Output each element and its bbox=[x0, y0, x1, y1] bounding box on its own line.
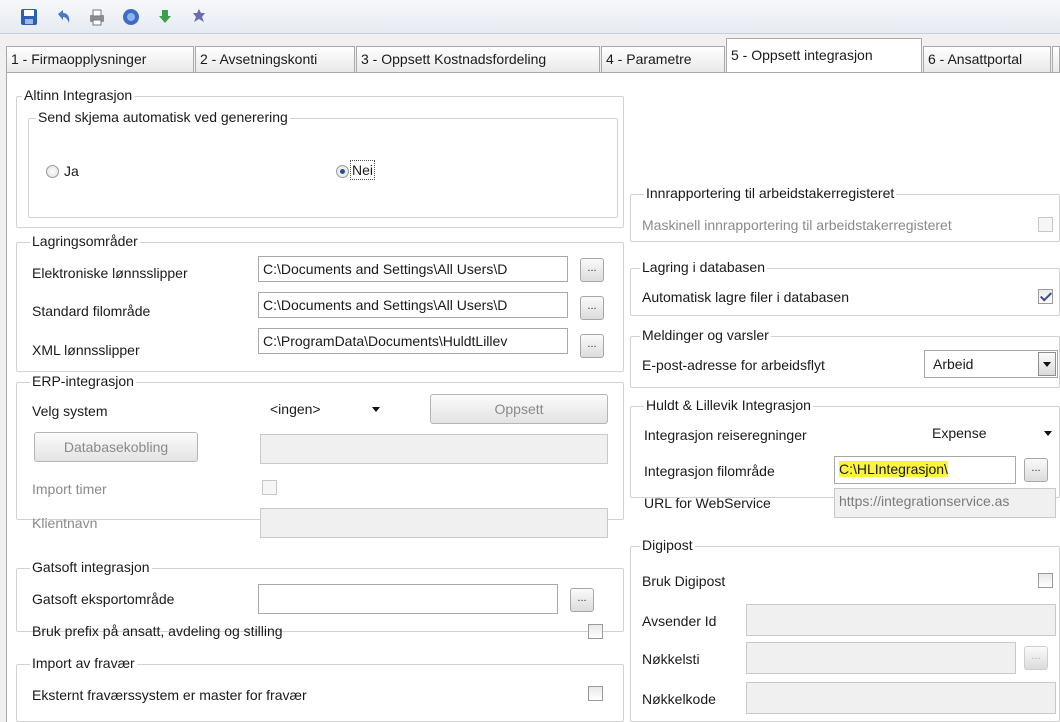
elektroniske-label: Elektroniske lønnsslipper bbox=[32, 265, 188, 281]
prefix-checkbox[interactable] bbox=[588, 624, 603, 639]
velg-system-value: <ingen> bbox=[270, 401, 321, 417]
settings-icon[interactable] bbox=[190, 8, 208, 26]
arbeidstaker-title: Innrapportering til arbeidstakerregister… bbox=[644, 184, 897, 202]
chevron-down-icon bbox=[1043, 362, 1051, 367]
tab-oppsett-kostnadsfordeling[interactable]: 3 - Oppsett Kostnadsfordeling bbox=[356, 46, 600, 72]
chevron-down-icon bbox=[1044, 431, 1052, 436]
meldinger-title: Meldinger og varsler bbox=[640, 326, 771, 344]
filomrade-value: C:\HLIntegrasjon\ bbox=[839, 461, 948, 477]
standard-field[interactable]: C:\Documents and Settings\All Users\D bbox=[258, 292, 568, 318]
tab-avsetningskonti[interactable]: 2 - Avsetningskonti bbox=[195, 46, 355, 72]
reise-select[interactable]: Expense bbox=[924, 420, 1058, 448]
avsender-field[interactable] bbox=[746, 604, 1056, 636]
bruk-digipost-checkbox[interactable] bbox=[1038, 573, 1053, 588]
ja-label: Ja bbox=[64, 163, 79, 179]
velg-system-select[interactable]: <ingen> bbox=[262, 396, 386, 424]
epost-value: Arbeid bbox=[933, 356, 974, 372]
send-skjema-group bbox=[28, 118, 618, 218]
tab-bar: 1 - Firmaopplysninger 2 - Avsetningskont… bbox=[0, 38, 1060, 72]
nei-label: Nei bbox=[350, 160, 376, 180]
digipost-title: Digipost bbox=[640, 536, 695, 554]
ja-radio[interactable] bbox=[46, 165, 59, 178]
toolbar bbox=[0, 0, 1060, 34]
filomrade-browse-button[interactable]: ... bbox=[1024, 458, 1048, 482]
nokkelsti-browse-button[interactable]: ... bbox=[1024, 646, 1048, 670]
filomrade-field[interactable]: C:\HLIntegrasjon\ bbox=[834, 456, 1016, 484]
avsender-label: Avsender Id bbox=[642, 613, 717, 629]
fravaer-master-label: Eksternt fraværssystem er master for fra… bbox=[32, 687, 307, 703]
tab-firmaopplysninger[interactable]: 1 - Firmaopplysninger bbox=[6, 46, 194, 72]
help-icon[interactable] bbox=[122, 8, 140, 26]
nokkelsti-field[interactable] bbox=[746, 642, 1016, 674]
nokkelkode-field[interactable] bbox=[746, 682, 1056, 714]
xml-field[interactable]: C:\ProgramData\Documents\HuldtLillev bbox=[258, 328, 568, 354]
xml-browse-button[interactable]: ... bbox=[580, 334, 604, 358]
fravaer-master-checkbox[interactable] bbox=[588, 686, 603, 701]
gatsoft-eksport-label: Gatsoft eksportområde bbox=[32, 591, 175, 607]
erp-title: ERP-integrasjon bbox=[30, 372, 136, 390]
save-icon[interactable] bbox=[20, 8, 38, 26]
standard-browse-button[interactable]: ... bbox=[580, 296, 604, 320]
epost-label: E-post-adresse for arbeidsflyt bbox=[642, 357, 825, 373]
epost-select[interactable]: Arbeid bbox=[924, 350, 1058, 378]
import-timer-label: Import timer bbox=[32, 481, 107, 497]
import-timer-checkbox[interactable] bbox=[262, 480, 277, 495]
send-skjema-title: Send skjema automatisk ved generering bbox=[36, 108, 290, 126]
url-field[interactable]: https://integrationservice.as bbox=[834, 488, 1056, 518]
nokkelsti-label: Nøkkelsti bbox=[642, 651, 700, 667]
tab-parametre[interactable]: 4 - Parametre bbox=[601, 46, 725, 72]
xml-label: XML lønnsslipper bbox=[32, 342, 140, 358]
nokkelkode-label: Nøkkelkode bbox=[642, 691, 716, 707]
reise-value: Expense bbox=[932, 425, 987, 441]
download-icon[interactable] bbox=[156, 8, 174, 26]
gatsoft-eksport-field[interactable] bbox=[258, 584, 558, 614]
reise-label: Integrasjon reiseregninger bbox=[644, 427, 807, 443]
lagring-title: Lagringsområder bbox=[30, 232, 140, 250]
url-label: URL for WebService bbox=[644, 495, 771, 511]
gatsoft-browse-button[interactable]: ... bbox=[570, 588, 594, 612]
auto-lagre-checkbox[interactable] bbox=[1038, 289, 1053, 304]
chevron-down-icon bbox=[372, 407, 380, 412]
klientnavn-label: Klientnavn bbox=[32, 515, 98, 531]
klientnavn-field[interactable] bbox=[260, 508, 608, 538]
altinn-title: Altinn Integrasjon bbox=[22, 86, 135, 104]
elektroniske-browse-button[interactable]: ... bbox=[580, 258, 604, 282]
tab-ansattportal[interactable]: 6 - Ansattportal bbox=[923, 46, 1051, 72]
nei-radio[interactable] bbox=[336, 165, 349, 178]
bruk-digipost-label: Bruk Digipost bbox=[642, 573, 726, 589]
huldt-title: Huldt & Lillevik Integrasjon bbox=[644, 396, 813, 414]
maskinell-checkbox[interactable] bbox=[1038, 217, 1053, 232]
undo-icon[interactable] bbox=[54, 8, 72, 26]
maskinell-label: Maskinell innrapportering til arbeidstak… bbox=[642, 217, 952, 233]
fravaer-title: Import av fravær bbox=[30, 654, 137, 672]
tab-oppsett-integrasjon[interactable]: 5 - Oppsett integrasjon bbox=[726, 38, 922, 72]
databasekobling-button[interactable]: Databasekobling bbox=[34, 432, 198, 462]
prefix-label: Bruk prefix på ansatt, avdeling og still… bbox=[32, 623, 283, 639]
elektroniske-field[interactable]: C:\Documents and Settings\All Users\D bbox=[258, 256, 568, 282]
databasekobling-field[interactable] bbox=[260, 434, 608, 464]
epost-dropdown-button[interactable] bbox=[1038, 352, 1056, 376]
standard-label: Standard filområde bbox=[32, 303, 151, 319]
oppsett-button[interactable]: Oppsett bbox=[430, 394, 608, 424]
gatsoft-title: Gatsoft integrasjon bbox=[30, 558, 152, 576]
database-title: Lagring i databasen bbox=[640, 258, 767, 276]
print-icon[interactable] bbox=[88, 8, 106, 26]
filomrade-label: Integrasjon filområde bbox=[644, 463, 775, 479]
tab-overflow[interactable] bbox=[1052, 46, 1060, 72]
auto-lagre-label: Automatisk lagre filer i databasen bbox=[642, 289, 849, 305]
velg-system-label: Velg system bbox=[32, 403, 108, 419]
